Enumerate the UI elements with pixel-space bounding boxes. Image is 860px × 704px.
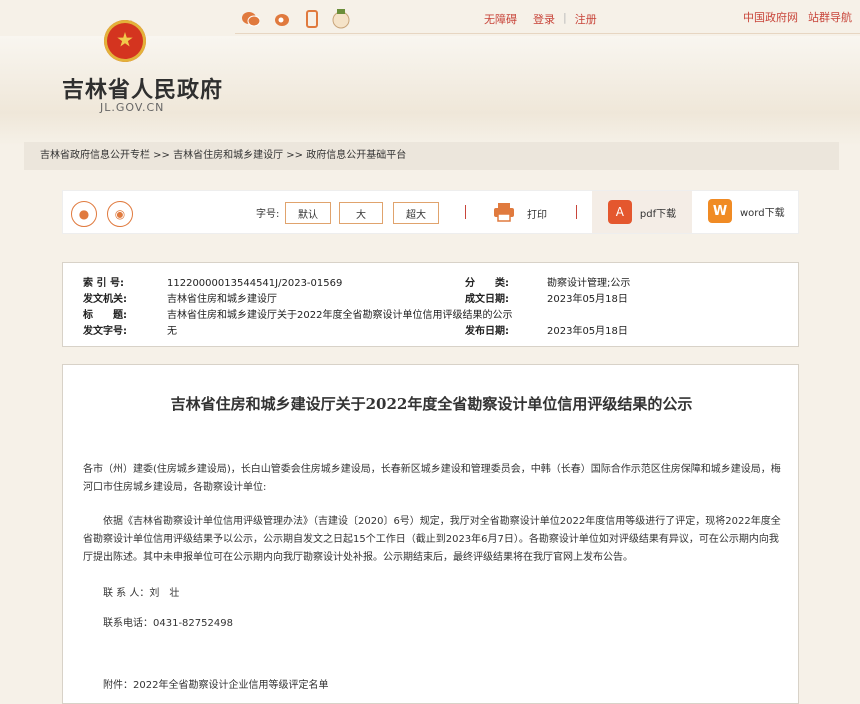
print-button[interactable]: 打印	[493, 202, 547, 225]
article-content: 吉林省住房和城乡建设厅关于2022年度全省勘察设计单位信用评级结果的公示 各市（…	[62, 364, 799, 704]
meta-class-label: 分 类:	[465, 277, 509, 291]
meta-title-value: 吉林省住房和城乡建设厅关于2022年度全省勘察设计单位信用评级结果的公示	[167, 310, 513, 321]
mascot-icon[interactable]	[332, 8, 350, 34]
meta-title-label: 标 题:	[83, 309, 127, 323]
mobile-icon[interactable]	[306, 10, 318, 32]
meta-class-value: 勘察设计管理;公示	[547, 278, 631, 289]
meta-doc-no-label-text: 发文字号:	[83, 326, 127, 337]
meta-title-label-text: 标 题:	[83, 310, 127, 321]
article-contact: 联 系 人：刘 壮	[103, 588, 180, 599]
weibo-icon[interactable]	[274, 11, 292, 31]
word-label: word下载	[740, 207, 785, 219]
printer-icon	[493, 202, 515, 225]
accessibility-link[interactable]: 无障碍	[484, 11, 517, 27]
toolbar-divider	[465, 205, 466, 219]
pdf-icon: A	[607, 200, 632, 224]
article-title: 吉林省住房和城乡建设厅关于2022年度全省勘察设计单位信用评级结果的公示	[170, 395, 693, 413]
document-metadata: 索 引 号: 11220000013544541J/2023-01569 分 类…	[62, 262, 799, 347]
font-large-button[interactable]: 大	[339, 202, 383, 224]
pdf-download-button[interactable]: A pdf下载	[592, 191, 692, 233]
font-xlarge-button[interactable]: 超大	[393, 202, 439, 224]
word-icon: W	[708, 199, 732, 223]
gov-link[interactable]: 中国政府网	[743, 9, 798, 25]
article-addressees: 各市（州）建委(住房城乡建设局)，长白山管委会住房城乡建设局，长春新区城乡建设和…	[83, 464, 781, 493]
wechat-icon[interactable]	[242, 11, 261, 31]
meta-issuer-label: 发文机关:	[83, 293, 127, 307]
word-download-button[interactable]: W word下载	[708, 199, 785, 223]
right-links: 中国政府网 站群导航	[743, 9, 852, 25]
meta-date-written-value: 2023年05月18日	[547, 294, 628, 305]
print-label: 打印	[527, 210, 547, 221]
site-nav-link[interactable]: 站群导航	[808, 9, 852, 25]
meta-doc-no-label: 发文字号:	[83, 325, 127, 339]
share-icons: ● ◉	[71, 201, 133, 227]
social-links	[242, 8, 350, 34]
meta-publish-label: 发布日期:	[465, 325, 509, 339]
meta-issuer-value: 吉林省住房和城乡建设厅	[167, 294, 277, 305]
meta-date-written-label: 成文日期:	[465, 293, 509, 307]
login-link[interactable]: 登录	[533, 11, 555, 27]
meta-index-value: 11220000013544541J/2023-01569	[167, 278, 343, 289]
toolbar-divider	[576, 205, 577, 219]
site-domain: JL.GOV.CN	[100, 101, 165, 114]
font-size-label: 字号:	[256, 209, 280, 220]
meta-index-label: 索 引 号:	[83, 278, 124, 289]
article-phone: 联系电话：0431-82752498	[103, 618, 233, 629]
breadcrumb[interactable]: 吉林省政府信息公开专栏 >> 吉林省住房和城乡建设厅 >> 政府信息公开基础平台	[24, 142, 839, 170]
top-links: 无障碍 登录 | 注册	[484, 11, 597, 27]
meta-publish-label-text: 发布日期:	[465, 326, 509, 337]
meta-publish-value: 2023年05月18日	[547, 326, 628, 337]
national-emblem-icon	[104, 20, 146, 62]
meta-index: 索 引 号:	[83, 277, 124, 291]
register-link[interactable]: 注册	[575, 11, 597, 27]
top-divider	[235, 33, 860, 34]
meta-date-written-label-text: 成文日期:	[465, 294, 509, 305]
meta-doc-no-value: 无	[167, 326, 177, 337]
font-default-button[interactable]: 默认	[285, 202, 331, 224]
meta-class-label-text: 分 类:	[465, 278, 509, 289]
separator: |	[563, 11, 567, 24]
article-toolbar: ● ◉ 字号: 默认 大 超大 打印 A pdf下载 W word下载	[62, 190, 799, 234]
meta-issuer-label-text: 发文机关:	[83, 294, 127, 305]
article-attachment[interactable]: 附件：2022年全省勘察设计企业信用等级评定名单	[83, 677, 783, 695]
share-weibo-icon[interactable]: ◉	[107, 201, 133, 227]
site-title[interactable]: 吉林省人民政府	[62, 72, 223, 104]
article-body: 依据《吉林省勘察设计单位信用评级管理办法》（吉建设〔2020〕6号）规定，我厅对…	[83, 516, 781, 563]
share-wechat-icon[interactable]: ●	[71, 201, 97, 227]
pdf-label: pdf下载	[639, 208, 677, 220]
